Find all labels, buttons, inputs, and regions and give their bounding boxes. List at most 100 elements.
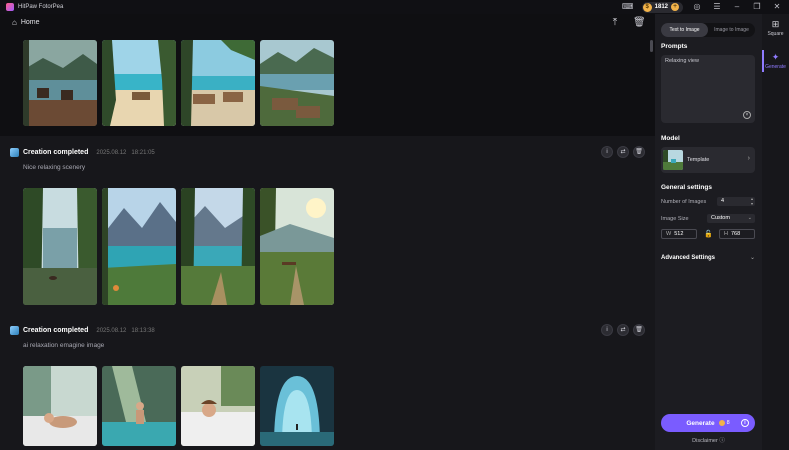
model-selector[interactable]: Template › xyxy=(661,147,755,173)
block-date: 2025.08.12 xyxy=(96,327,127,334)
generated-image[interactable] xyxy=(102,40,176,126)
generate-label: Generate xyxy=(686,419,715,427)
prompt-text: Relaxing view xyxy=(665,58,699,64)
height-value: 768 xyxy=(730,231,741,237)
disclaimer-label: Disclaimer xyxy=(692,438,718,444)
chevron-down-icon: ⌄ xyxy=(747,215,752,221)
generated-image[interactable] xyxy=(260,366,334,446)
generated-image[interactable] xyxy=(181,188,255,305)
add-credits-icon[interactable]: + xyxy=(671,3,679,11)
image-size-row: Image Size Custom ⌄ xyxy=(661,214,755,223)
coin-icon xyxy=(718,420,725,426)
regenerate-icon[interactable]: ⇄ xyxy=(617,324,629,336)
generate-button[interactable]: Generate 8 i xyxy=(661,414,755,432)
trash-icon[interactable]: 🗑 xyxy=(633,17,646,28)
upload-icon[interactable]: ⤒ xyxy=(609,17,621,28)
block-title: Creation completed xyxy=(23,149,89,156)
block-time: 18:21:05 xyxy=(131,149,155,156)
info-icon[interactable]: i xyxy=(741,419,749,427)
rail-item-square[interactable]: ⊞ Square xyxy=(762,19,789,37)
delete-icon[interactable]: 🗑 xyxy=(633,146,645,158)
creation-thumbnail-icon xyxy=(10,148,19,157)
width-value: 512 xyxy=(674,231,684,237)
block-header: Creation completed 2025.08.12 18:13:38 xyxy=(10,326,155,335)
credit-count: 1812 xyxy=(654,4,668,10)
sparkle-icon: ✦ xyxy=(771,52,780,62)
generated-image[interactable] xyxy=(102,366,176,446)
restore-icon[interactable]: ❐ xyxy=(751,1,763,13)
block-time: 18:13:38 xyxy=(131,327,155,334)
generated-image[interactable] xyxy=(23,40,97,126)
clear-prompt-icon[interactable]: × xyxy=(743,111,751,119)
rail-label: Square xyxy=(767,31,784,37)
model-name: Template xyxy=(687,157,710,163)
coin-icon: $ xyxy=(642,2,652,12)
home-button[interactable]: ⌂ Home xyxy=(12,18,40,27)
image-size-select[interactable]: Custom ⌄ xyxy=(707,214,755,223)
rail-item-generate[interactable]: ✦ Generate xyxy=(762,52,789,70)
image-size-label: Image Size xyxy=(661,215,689,222)
height-field[interactable]: H 768 xyxy=(719,229,755,239)
image-row xyxy=(23,188,334,305)
tab-text-to-image[interactable]: Text to Image xyxy=(661,23,708,37)
model-thumbnail xyxy=(663,150,683,170)
generated-image[interactable] xyxy=(23,188,97,305)
info-icon: ⓘ xyxy=(719,438,725,444)
generate-cost: 8 xyxy=(726,420,730,426)
minimize-icon[interactable]: – xyxy=(731,1,743,13)
menu-icon[interactable]: ☰ xyxy=(711,1,723,13)
right-rail: ⊞ Square ✦ Generate xyxy=(762,14,789,450)
height-label: H xyxy=(724,231,728,237)
creations-feed[interactable]: Creation completed 2025.08.12 18:21:05 i… xyxy=(0,32,655,450)
titlebar-controls: ⌨ $ 1812 + ◎ ☰ – ❐ ✕ xyxy=(622,1,783,13)
app-logo xyxy=(6,3,14,11)
feed-scrollbar[interactable] xyxy=(650,40,653,52)
creation-block: Creation completed 2025.08.12 18:21:05 i… xyxy=(0,136,655,316)
image-size-value: Custom xyxy=(711,215,730,221)
num-images-row: Number of Images 4 ▴ ▾ xyxy=(661,196,755,206)
stepper-arrows-icon[interactable]: ▴ ▾ xyxy=(751,196,753,206)
model-label: Model xyxy=(661,135,680,142)
regenerate-icon[interactable]: ⇄ xyxy=(617,146,629,158)
image-row xyxy=(23,40,334,126)
num-images-value: 4 xyxy=(721,198,725,204)
prompts-label: Prompts xyxy=(661,43,688,50)
lock-icon[interactable]: 🔓 xyxy=(704,230,713,238)
home-label: Home xyxy=(20,19,40,26)
num-images-stepper[interactable]: 4 ▴ ▾ xyxy=(717,196,755,206)
generated-image[interactable] xyxy=(102,188,176,305)
app-title: HitPaw FotorPea xyxy=(18,4,64,10)
title-bar: HitPaw FotorPea ⌨ $ 1812 + ◎ ☰ – ❐ ✕ xyxy=(0,0,789,14)
num-images-label: Number of Images xyxy=(661,198,707,205)
block-prompt: ai relaxation emagine image xyxy=(23,342,105,349)
disclaimer-link[interactable]: Disclaimer ⓘ xyxy=(655,436,762,444)
account-icon[interactable]: ◎ xyxy=(691,1,703,13)
chevron-down-icon: ⌄ xyxy=(749,255,755,261)
block-prompt: Nice relaxing scenery xyxy=(23,164,86,171)
prompt-input[interactable]: Relaxing view × xyxy=(661,55,755,123)
generated-image[interactable] xyxy=(260,188,334,305)
tab-image-to-image[interactable]: Image to Image xyxy=(708,23,755,37)
block-actions: i ⇄ 🗑 xyxy=(601,146,645,158)
generated-image[interactable] xyxy=(181,366,255,446)
delete-icon[interactable]: 🗑 xyxy=(633,324,645,336)
grid-icon: ⊞ xyxy=(771,19,780,29)
mode-toggle: Text to Image Image to Image xyxy=(661,23,755,37)
width-field[interactable]: W 512 xyxy=(661,229,697,239)
credits-badge[interactable]: $ 1812 + xyxy=(641,1,683,13)
generated-image[interactable] xyxy=(260,40,334,126)
advanced-settings-toggle[interactable]: Advanced Settings ⌄ xyxy=(661,254,755,262)
close-icon[interactable]: ✕ xyxy=(771,1,783,13)
gamepad-icon[interactable]: ⌨ xyxy=(622,1,634,13)
settings-panel: Text to Image Image to Image Prompts Rel… xyxy=(655,14,762,450)
block-header: Creation completed 2025.08.12 18:21:05 xyxy=(10,148,155,157)
image-row xyxy=(23,366,334,446)
info-icon[interactable]: i xyxy=(601,324,613,336)
block-title: Creation completed xyxy=(23,327,89,334)
advanced-settings-label: Advanced Settings xyxy=(661,254,716,261)
home-icon: ⌂ xyxy=(12,18,17,27)
info-icon[interactable]: i xyxy=(601,146,613,158)
generated-image[interactable] xyxy=(181,40,255,126)
generated-image[interactable] xyxy=(23,366,97,446)
block-date: 2025.08.12 xyxy=(96,149,127,156)
